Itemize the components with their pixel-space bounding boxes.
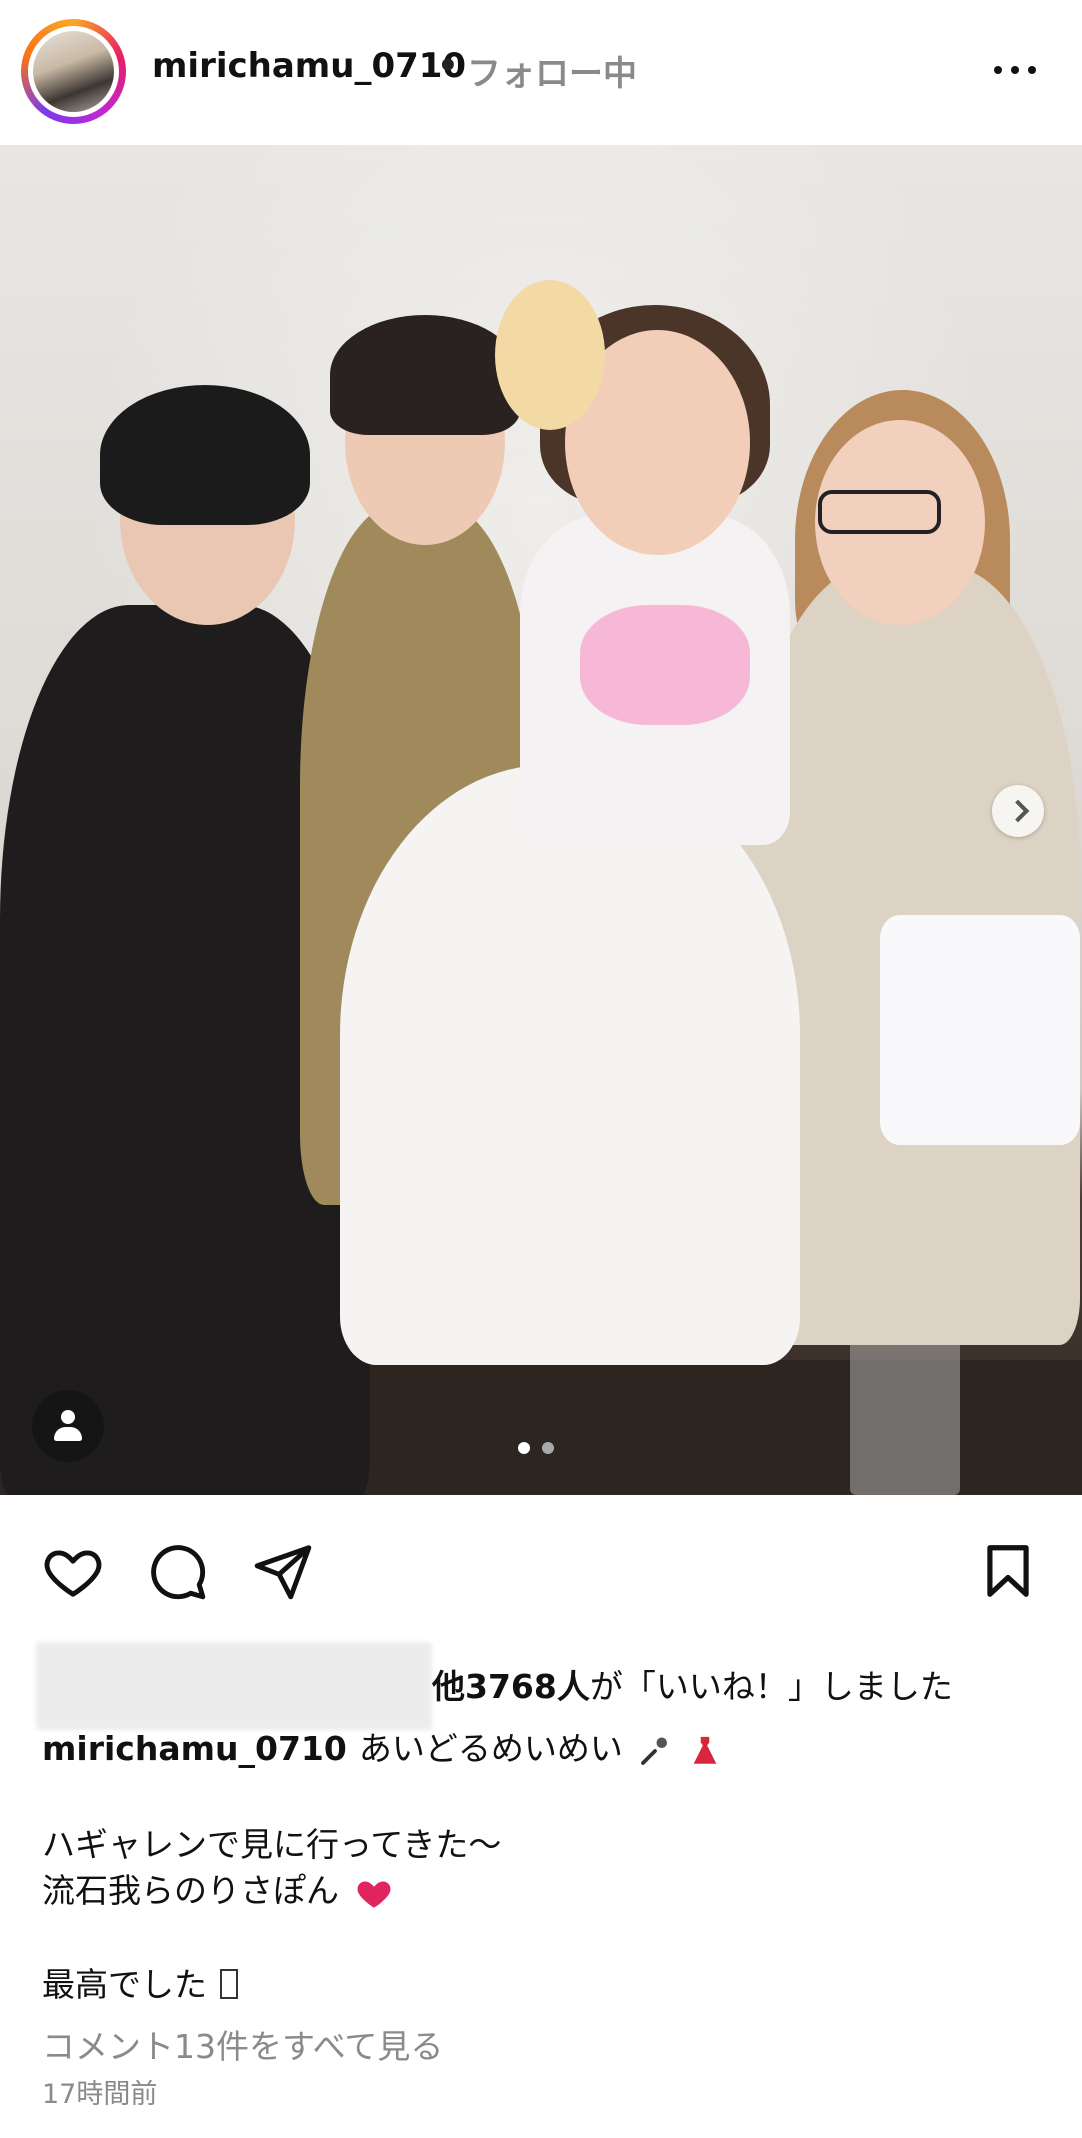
caption-line-4-row: 最高でした (42, 1958, 238, 2006)
person-3-flower-accessory (495, 280, 605, 430)
likes-row[interactable]: 他3768人が「いいね！」しました (36, 1642, 1036, 1732)
dress-emoji-icon (693, 1736, 717, 1764)
heart-emoji-icon (357, 1881, 390, 1908)
caption-line-3: 流石我らのりさぽん (42, 1871, 339, 1910)
paper-plane-icon[interactable] (252, 1540, 314, 1602)
avatar[interactable] (21, 19, 126, 124)
follow-state-button[interactable]: フォロー中 (467, 46, 637, 95)
avatar-image (33, 31, 114, 112)
likes-text: 他3768人が「いいね！」しました (432, 1660, 953, 1708)
likes-suffix: が「いいね！」しました (589, 1667, 953, 1706)
person-4-bag (880, 915, 1080, 1145)
person-3-shirt-print (580, 605, 750, 725)
action-bar (0, 1540, 1082, 1610)
carousel-dot (542, 1442, 554, 1454)
post-photo[interactable] (0, 145, 1082, 1495)
missing-glyph-icon (219, 1969, 238, 1999)
separator-dot: • (437, 46, 459, 86)
likes-count[interactable]: 他3768人 (432, 1667, 590, 1706)
person-3-dress (340, 765, 800, 1365)
post-header: mirichamu_0710 • フォロー中 (0, 0, 1082, 144)
carousel-dot-active (518, 1442, 530, 1454)
caption-username[interactable]: mirichamu_0710 (42, 1729, 347, 1768)
person-1-beanie (100, 385, 310, 525)
liked-by-blurred (36, 1642, 432, 1730)
caption-line-1: あいどるめいめい (358, 1729, 623, 1768)
more-horizontal-icon[interactable] (990, 50, 1040, 90)
view-all-comments-link[interactable]: コメント13件をすべて見る (42, 2020, 443, 2068)
caption-line-4: 最高でした (42, 1965, 207, 2004)
avatar-border (28, 26, 119, 117)
microphone-emoji-icon (641, 1737, 668, 1765)
post-username[interactable]: mirichamu_0710 (152, 46, 466, 86)
person-2-hair (330, 315, 520, 435)
chevron-right-icon[interactable] (992, 785, 1044, 837)
caption-line-2: ハギャレンで見に行ってきた〜 (42, 1825, 502, 1864)
post-timestamp: 17時間前 (42, 2079, 158, 2110)
person-4-glasses (818, 490, 941, 534)
bookmark-icon[interactable] (977, 1540, 1039, 1602)
heart-icon[interactable] (42, 1540, 104, 1602)
person-tag-icon[interactable] (32, 1390, 104, 1462)
caption-line-3-row: 流石我らのりさぽん (42, 1864, 394, 1912)
carousel-indicator (518, 1442, 564, 1456)
caption-first-line: mirichamu_0710 あいどるめいめい (42, 1722, 722, 1772)
comment-bubble-icon[interactable] (146, 1540, 208, 1602)
